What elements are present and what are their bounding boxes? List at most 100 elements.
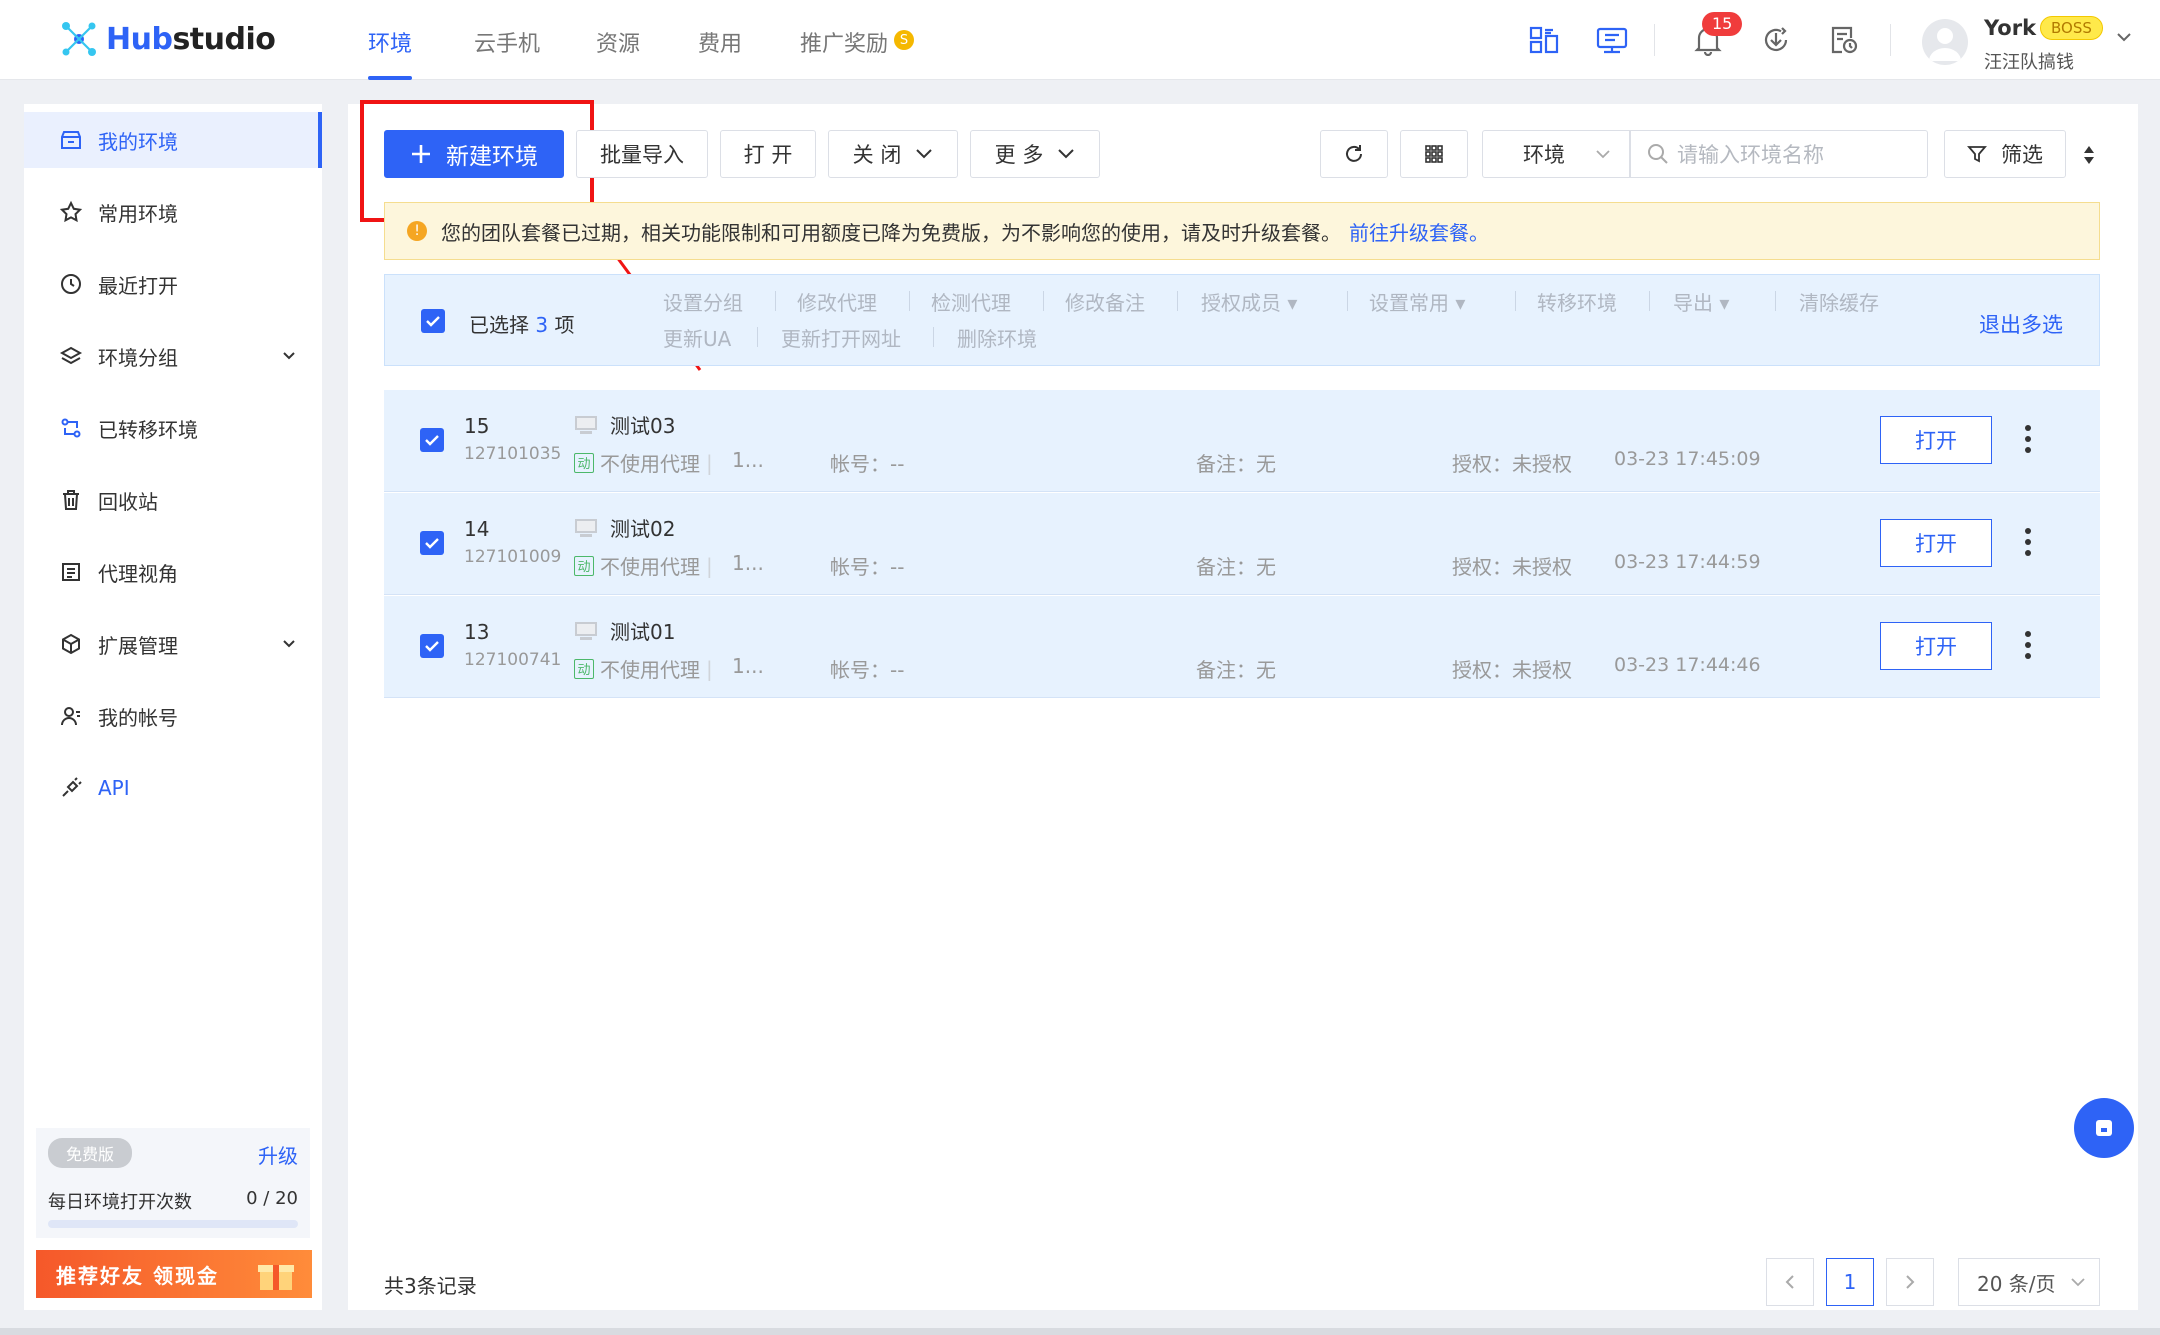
bulk-transfer[interactable]: 转移环境 xyxy=(1537,287,1617,316)
row-time: 03-23 17:45:09 xyxy=(1614,448,1761,470)
exit-multiselect-link[interactable]: 退出多选 xyxy=(1979,309,2063,339)
bulk-update-url[interactable]: 更新打开网址 xyxy=(781,323,901,352)
file-clock-icon[interactable] xyxy=(1826,22,1862,58)
cube-icon xyxy=(58,631,84,657)
caret-down-icon[interactable] xyxy=(2116,32,2132,42)
divider xyxy=(757,327,758,347)
sidebar-item-my-environments[interactable]: 我的环境 xyxy=(24,112,322,168)
sidebar-item-recent[interactable]: 最近打开 xyxy=(24,256,322,312)
batch-import-button[interactable]: 批量导入 xyxy=(576,130,708,178)
row-auth: 授权：未授权 xyxy=(1452,555,1572,579)
env-name[interactable]: 测试02 xyxy=(574,513,675,542)
bulk-authorize-members[interactable]: 授权成员 ▾ xyxy=(1201,287,1297,316)
divider xyxy=(1515,291,1516,311)
user-name[interactable]: York xyxy=(1984,16,2036,40)
env-name[interactable]: 测试01 xyxy=(574,616,675,645)
nav-tab-cloud-phone[interactable]: 云手机 xyxy=(460,26,554,80)
refresh-button[interactable] xyxy=(1320,130,1388,178)
sidebar-item-extensions[interactable]: 扩展管理 xyxy=(24,616,322,672)
more-vertical-icon[interactable] xyxy=(2024,527,2032,557)
page-number[interactable]: 1 xyxy=(1826,1258,1874,1306)
grid-view-button[interactable] xyxy=(1400,130,1468,178)
referral-banner[interactable]: 推荐好友 领现金 xyxy=(36,1250,312,1298)
search-input[interactable]: 请输入环境名称 xyxy=(1630,130,1928,178)
more-vertical-icon[interactable] xyxy=(2024,630,2032,660)
multi-screen-icon[interactable] xyxy=(1526,22,1562,58)
coin-icon: S xyxy=(894,30,915,50)
table-row[interactable]: 13 127100741 测试01 动不使用代理 | 1... 帐号：-- 备注：… xyxy=(384,596,2100,698)
bulk-clear-cache[interactable]: 清除缓存 xyxy=(1799,287,1879,316)
prev-page-button[interactable] xyxy=(1766,1258,1814,1306)
plug-icon xyxy=(58,775,84,801)
close-dropdown-button[interactable]: 关 闭 xyxy=(828,130,958,178)
layers-icon xyxy=(58,343,84,369)
row-checkbox[interactable] xyxy=(420,634,444,658)
row-checkbox[interactable] xyxy=(420,428,444,452)
sidebar-item-proxy-view[interactable]: 代理视角 xyxy=(24,544,322,600)
more-dropdown-button[interactable]: 更 多 xyxy=(970,130,1100,178)
window-bottom-edge xyxy=(0,1328,2160,1335)
sidebar-item-trash[interactable]: 回收站 xyxy=(24,472,322,528)
chevron-down-icon xyxy=(2070,1277,2086,1287)
row-open-button[interactable]: 打开 xyxy=(1880,416,1992,464)
user-icon xyxy=(58,703,84,729)
sidebar-item-transferred[interactable]: 已转移环境 xyxy=(24,400,322,456)
row-time: 03-23 17:44:46 xyxy=(1614,654,1761,676)
table-row[interactable]: 14 127101009 测试02 动不使用代理 | 1... 帐号：-- 备注：… xyxy=(384,493,2100,595)
search-icon xyxy=(1647,143,1669,165)
row-ip: 1... xyxy=(732,654,764,678)
selected-count: 已选择 3 项 xyxy=(469,313,575,337)
bulk-set-favorite[interactable]: 设置常用 ▾ xyxy=(1369,287,1465,316)
dynamic-proxy-tag: 动 xyxy=(574,658,594,679)
header-divider xyxy=(1654,24,1655,56)
select-all-checkbox[interactable] xyxy=(421,309,445,333)
monitor-sync-icon[interactable] xyxy=(1594,22,1630,58)
row-open-button[interactable]: 打开 xyxy=(1880,622,1992,670)
top-header: Hubstudio 环境 云手机 资源 费用 推广奖励 S 15 York BO… xyxy=(0,0,2160,80)
sidebar-item-api[interactable]: API xyxy=(24,760,322,816)
support-float-button[interactable] xyxy=(2074,1098,2134,1158)
upgrade-link[interactable]: 升级 xyxy=(258,1140,298,1169)
row-open-button[interactable]: 打开 xyxy=(1880,519,1992,567)
bulk-update-ua[interactable]: 更新UA xyxy=(663,323,731,352)
trash-icon xyxy=(58,487,84,513)
nav-tab-environment[interactable]: 环境 xyxy=(354,26,426,80)
bulk-edit-note[interactable]: 修改备注 xyxy=(1065,287,1145,316)
row-proxy: 动不使用代理 | xyxy=(574,654,713,683)
nav-tab-referral[interactable]: 推广奖励 S xyxy=(786,26,928,80)
star-icon xyxy=(58,199,84,225)
row-ip: 1... xyxy=(732,448,764,472)
bulk-check-proxy[interactable]: 检测代理 xyxy=(931,287,1011,316)
team-name[interactable]: 汪汪队搞钱 xyxy=(1984,48,2074,74)
daily-open-label: 每日环境打开次数 xyxy=(48,1192,192,1213)
bulk-delete[interactable]: 删除环境 xyxy=(957,323,1037,352)
hubstudio-logo[interactable]: Hubstudio xyxy=(58,18,276,60)
env-type-select[interactable]: 环境 xyxy=(1482,130,1630,178)
notification-count-badge: 15 xyxy=(1702,12,1743,36)
sort-icon[interactable] xyxy=(2082,144,2096,166)
sidebar: 我的环境 常用环境 最近打开 环境分组 已转移环境 回收站 代理视角 扩展管理 … xyxy=(24,104,322,1310)
header-divider xyxy=(1890,24,1891,56)
page-size-select[interactable]: 20 条/页 xyxy=(1958,1258,2100,1306)
env-name[interactable]: 测试03 xyxy=(574,410,675,439)
bulk-export[interactable]: 导出 ▾ xyxy=(1673,287,1729,316)
row-checkbox[interactable] xyxy=(420,531,444,555)
table-row[interactable]: 15 127101035 测试03 动不使用代理 | 1... 帐号：-- 备注：… xyxy=(384,390,2100,492)
download-icon[interactable] xyxy=(1758,22,1794,58)
bulk-edit-proxy[interactable]: 修改代理 xyxy=(797,287,877,316)
nav-tab-billing[interactable]: 费用 xyxy=(684,26,756,80)
filter-button[interactable]: 筛选 xyxy=(1944,130,2066,178)
bulk-set-group[interactable]: 设置分组 xyxy=(663,287,743,316)
chevron-right-icon xyxy=(1905,1274,1915,1290)
nav-tab-resources[interactable]: 资源 xyxy=(582,26,654,80)
chevron-left-icon xyxy=(1785,1274,1795,1290)
more-vertical-icon[interactable] xyxy=(2024,424,2032,454)
gift-icon xyxy=(254,1256,298,1292)
sidebar-item-favorites[interactable]: 常用环境 xyxy=(24,184,322,240)
upgrade-plan-link[interactable]: 前往升级套餐。 xyxy=(1349,217,1489,246)
avatar[interactable] xyxy=(1922,19,1968,65)
sidebar-item-groups[interactable]: 环境分组 xyxy=(24,328,322,384)
open-button[interactable]: 打 开 xyxy=(720,130,816,178)
sidebar-item-my-account[interactable]: 我的帐号 xyxy=(24,688,322,744)
next-page-button[interactable] xyxy=(1886,1258,1934,1306)
